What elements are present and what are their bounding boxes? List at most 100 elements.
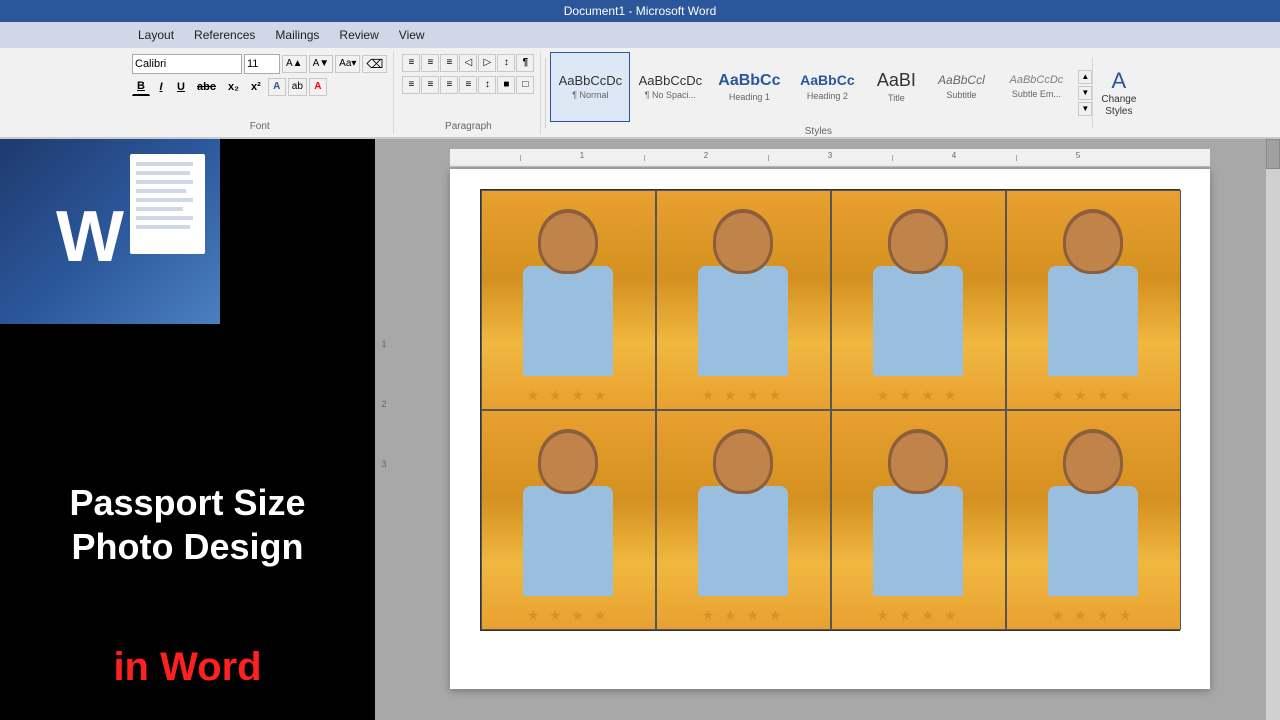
style-heading1-preview: AaBbCc [718, 71, 780, 90]
tutorial-subtitle-text: in Word [113, 645, 261, 690]
text-effect-btn[interactable]: A [268, 78, 286, 96]
tab-mailings[interactable]: Mailings [265, 22, 329, 48]
underline-btn[interactable]: U [172, 78, 190, 96]
styles-scroll: ▲ ▼ ▼ [1078, 70, 1092, 116]
bold-btn[interactable]: B [132, 78, 150, 96]
font-color-btn[interactable]: A [309, 78, 327, 96]
text-highlight-btn[interactable]: ab [288, 78, 307, 96]
style-normal[interactable]: AaBbCcDc ¶ Normal [550, 52, 630, 122]
passport-photo-2: ★ ★ ★ ★ [657, 191, 830, 409]
passport-photo-4: ★ ★ ★ ★ [1007, 191, 1180, 409]
tab-view[interactable]: View [389, 22, 435, 48]
change-styles-btn[interactable]: A Change Styles [1092, 58, 1144, 128]
photo-cell-6: ★ ★ ★ ★ [656, 410, 831, 630]
justify-btn[interactable]: ≡ [459, 76, 477, 94]
style-subtle-em-preview: AaBbCcDc [1009, 74, 1063, 87]
word-w-letter: W [56, 196, 124, 278]
style-heading2-label: Heading 2 [807, 91, 848, 101]
font-size-input[interactable] [244, 54, 280, 74]
vertical-scrollbar[interactable] [1266, 139, 1280, 720]
styles-expand-btn[interactable]: ▼ [1078, 102, 1092, 116]
ruler-tick-5: 5 [1016, 155, 1140, 161]
style-title-label: Title [888, 93, 905, 103]
photo-cell-5: ★ ★ ★ ★ [481, 410, 656, 630]
superscript-btn[interactable]: x² [246, 78, 266, 96]
style-no-spacing[interactable]: AaBbCcDc ¶ No Spaci... [630, 52, 710, 122]
style-no-spacing-preview: AaBbCcDc [639, 73, 703, 89]
style-heading2[interactable]: AaBbCc Heading 2 [788, 52, 866, 122]
style-no-spacing-label: ¶ No Spaci... [645, 90, 696, 100]
font-name-input[interactable] [132, 54, 242, 74]
style-subtitle-preview: AaBbCcl [938, 73, 985, 87]
tab-layout[interactable]: Layout [128, 22, 184, 48]
styles-area: AaBbCcDc ¶ Normal AaBbCcDc ¶ No Spaci...… [550, 52, 1076, 122]
ruler-tick-1: 1 [520, 155, 644, 161]
ruler-tick-4: 4 [892, 155, 1016, 161]
style-normal-label: ¶ Normal [572, 90, 608, 100]
photo-cell-1: ★ ★ ★ ★ [481, 190, 656, 410]
italic-btn[interactable]: I [152, 78, 170, 96]
passport-photo-8: ★ ★ ★ ★ [1007, 411, 1180, 629]
styles-group: AaBbCcDc ¶ Normal AaBbCcDc ¶ No Spaci...… [550, 52, 1144, 134]
sort-btn[interactable]: ↕ [497, 54, 515, 72]
shading-btn[interactable]: ■ [497, 76, 515, 94]
photo-cell-7: ★ ★ ★ ★ [831, 410, 1006, 630]
passport-photo-5: ★ ★ ★ ★ [482, 411, 655, 629]
styles-scroll-up-btn[interactable]: ▲ [1078, 70, 1092, 84]
font-group: A▲ A▼ Aa▾ ⌫ B I U abc x₂ x² A ab A Font [126, 52, 394, 134]
margin-num-2: 2 [381, 399, 386, 409]
change-case-btn[interactable]: Aa▾ [335, 55, 360, 73]
align-right-btn[interactable]: ≡ [440, 76, 458, 94]
ruler-tick-3: 3 [768, 155, 892, 161]
bullets-btn[interactable]: ≡ [402, 54, 420, 72]
word-logo-background: W [0, 139, 220, 324]
style-heading1-label: Heading 1 [729, 92, 770, 102]
show-hide-btn[interactable]: ¶ [516, 54, 534, 72]
borders-btn[interactable]: □ [516, 76, 534, 94]
tutorial-title: Passport Size Photo Design [0, 461, 375, 587]
title-bar: Document1 - Microsoft Word [0, 0, 1280, 22]
page-margin-numbers: 1 2 3 [375, 139, 393, 720]
tab-review[interactable]: Review [329, 22, 388, 48]
style-title[interactable]: AaBI Title [866, 52, 926, 122]
paragraph-group: ≡ ≡ ≡ ◁ ▷ ↕ ¶ ≡ ≡ ≡ ≡ ↕ ■ □ Pa [396, 52, 541, 134]
decrease-indent-btn[interactable]: ◁ [459, 54, 477, 72]
align-left-btn[interactable]: ≡ [402, 76, 420, 94]
margin-num-1: 1 [381, 339, 386, 349]
styles-group-label: Styles [550, 124, 1076, 137]
styles-scroll-down-btn[interactable]: ▼ [1078, 86, 1092, 100]
font-group-label: Font [250, 119, 270, 132]
style-heading1[interactable]: AaBbCc Heading 1 [710, 52, 788, 122]
scroll-thumb[interactable] [1266, 139, 1280, 169]
change-styles-icon: A [1112, 68, 1127, 94]
photo-cell-4: ★ ★ ★ ★ [1006, 190, 1181, 410]
document-area[interactable]: 1 2 3 4 5 ★ ★ ★ ★ [393, 139, 1266, 720]
passport-photo-6: ★ ★ ★ ★ [657, 411, 830, 629]
ribbon: Layout References Mailings Review View A… [0, 22, 1280, 139]
strikethrough-btn[interactable]: abc [192, 78, 221, 96]
align-center-btn[interactable]: ≡ [421, 76, 439, 94]
ribbon-toolbar: A▲ A▼ Aa▾ ⌫ B I U abc x₂ x² A ab A Font [0, 48, 1280, 138]
tutorial-title-text: Passport Size Photo Design [69, 482, 305, 566]
numbering-btn[interactable]: ≡ [421, 54, 439, 72]
style-subtitle[interactable]: AaBbCcl Subtitle [926, 52, 996, 122]
line-spacing-btn[interactable]: ↕ [478, 76, 496, 94]
ruler: 1 2 3 4 5 [450, 149, 1210, 167]
passport-photo-3: ★ ★ ★ ★ [832, 191, 1005, 409]
clear-format-btn[interactable]: ⌫ [362, 55, 387, 73]
passport-photo-1: ★ ★ ★ ★ [482, 191, 655, 409]
multilevel-list-btn[interactable]: ≡ [440, 54, 458, 72]
tab-references[interactable]: References [184, 22, 265, 48]
font-size-decrease-btn[interactable]: A▼ [309, 55, 334, 73]
style-subtitle-label: Subtitle [946, 90, 976, 100]
change-styles-label: Change Styles [1097, 94, 1140, 118]
ribbon-divider-1 [545, 58, 546, 128]
tabs-row: Layout References Mailings Review View [0, 22, 1280, 48]
main-area: W Passport Size Photo Design in Word 1 2… [0, 139, 1280, 720]
style-title-preview: AaBI [877, 70, 916, 92]
increase-indent-btn[interactable]: ▷ [478, 54, 496, 72]
document-page: ★ ★ ★ ★ ★ ★ ★ ★ [450, 169, 1210, 689]
font-size-increase-btn[interactable]: A▲ [282, 55, 307, 73]
subscript-btn[interactable]: x₂ [223, 78, 244, 96]
style-subtle-em[interactable]: AaBbCcDc Subtle Em... [996, 52, 1076, 122]
